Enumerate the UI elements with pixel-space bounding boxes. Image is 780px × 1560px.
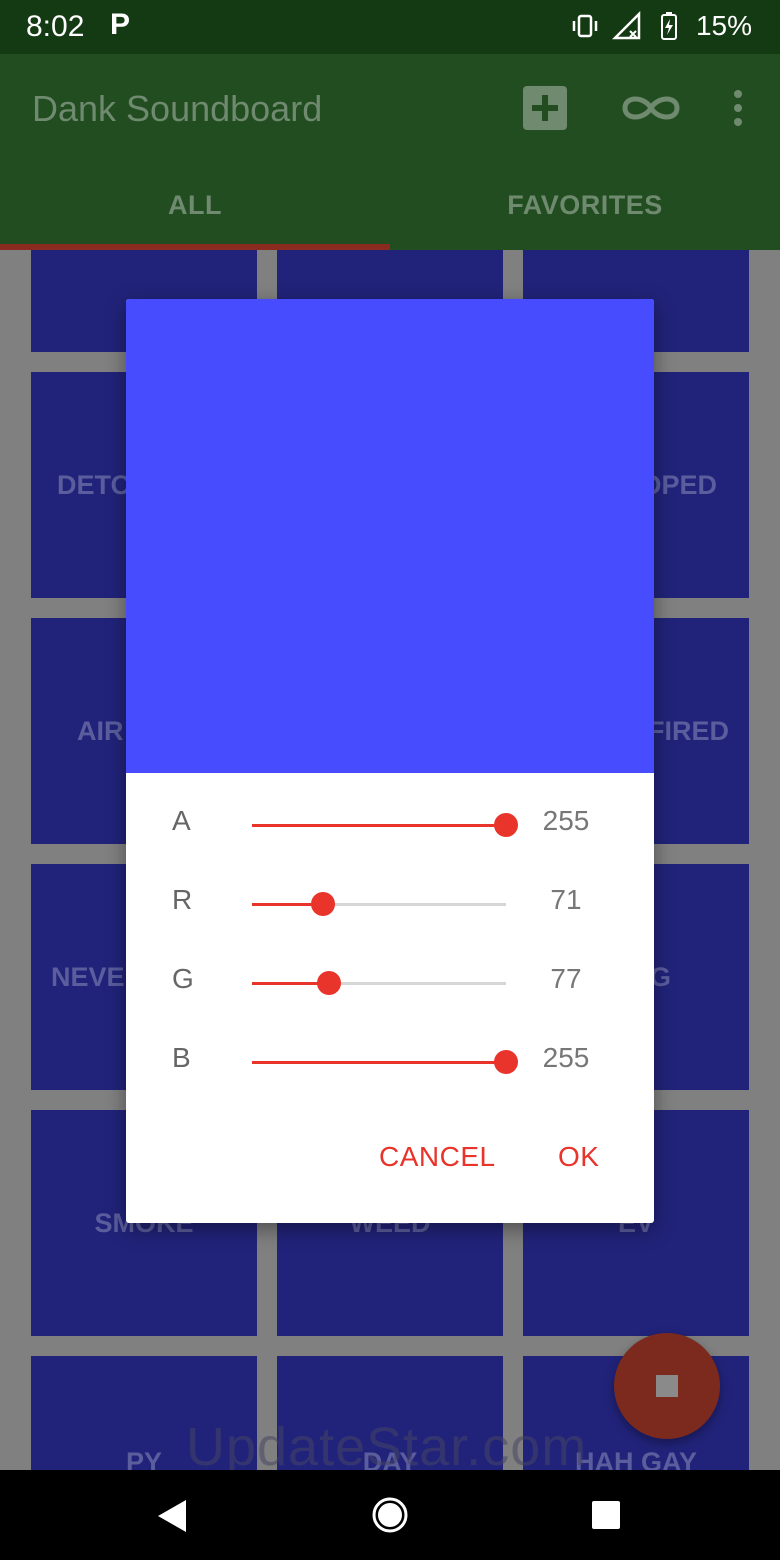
red-value: 71 (550, 884, 582, 915)
blue-slider-row: B 255 (126, 1032, 654, 1092)
tab-all[interactable]: ALL (0, 190, 390, 221)
add-icon[interactable] (521, 84, 569, 132)
cancel-button[interactable]: CANCEL (379, 1141, 496, 1173)
back-icon[interactable] (156, 1498, 188, 1534)
status-time: 8:02 (26, 10, 85, 43)
alpha-slider-fill (252, 824, 506, 827)
signal-icon (611, 11, 641, 40)
blue-label: B (172, 1042, 191, 1073)
green-slider[interactable] (252, 971, 506, 995)
watermark: UpdateStar.com (186, 1417, 588, 1477)
loop-icon[interactable] (620, 84, 682, 132)
recents-icon[interactable] (590, 1499, 622, 1531)
blue-slider-thumb[interactable] (494, 1050, 518, 1074)
blue-value: 255 (542, 1042, 590, 1073)
alpha-slider-row: A 255 (126, 795, 654, 855)
battery-charging-icon (660, 12, 677, 40)
battery-percent: 15% (695, 10, 752, 41)
ok-button[interactable]: OK (558, 1141, 599, 1173)
home-icon[interactable] (370, 1495, 410, 1535)
app-title: Dank Soundboard (32, 88, 323, 129)
status-icons: 15% (570, 10, 752, 42)
green-value: 77 (550, 963, 582, 994)
green-slider-row: G 77 (126, 953, 654, 1013)
color-picker-dialog: A 255 R 71 G 77 B 255 CANCEL OK (126, 299, 654, 1223)
red-slider[interactable] (252, 892, 506, 916)
vibrate-icon (572, 14, 598, 38)
stop-icon (656, 1375, 678, 1397)
stop-button[interactable] (614, 1333, 720, 1439)
more-options-icon[interactable] (728, 84, 748, 132)
color-preview (126, 299, 654, 773)
app-bar: Dank Soundboard ALL FAVORITES (0, 54, 780, 250)
alpha-value: 255 (542, 805, 590, 836)
navigation-bar (0, 1470, 780, 1560)
alpha-slider[interactable] (252, 813, 518, 837)
green-slider-thumb[interactable] (316, 971, 341, 995)
green-label: G (172, 963, 194, 994)
tab-favorites[interactable]: FAVORITES (390, 190, 780, 221)
blue-slider-fill (252, 1061, 506, 1064)
red-slider-row: R 71 (126, 874, 654, 934)
parking-notification-icon: P (110, 8, 131, 41)
red-label: R (172, 884, 193, 915)
red-slider-thumb[interactable] (310, 892, 335, 916)
alpha-label: A (172, 805, 191, 836)
alpha-slider-thumb[interactable] (494, 813, 518, 837)
blue-slider[interactable] (252, 1050, 518, 1074)
status-bar: 8:02 P 15% (0, 0, 780, 54)
